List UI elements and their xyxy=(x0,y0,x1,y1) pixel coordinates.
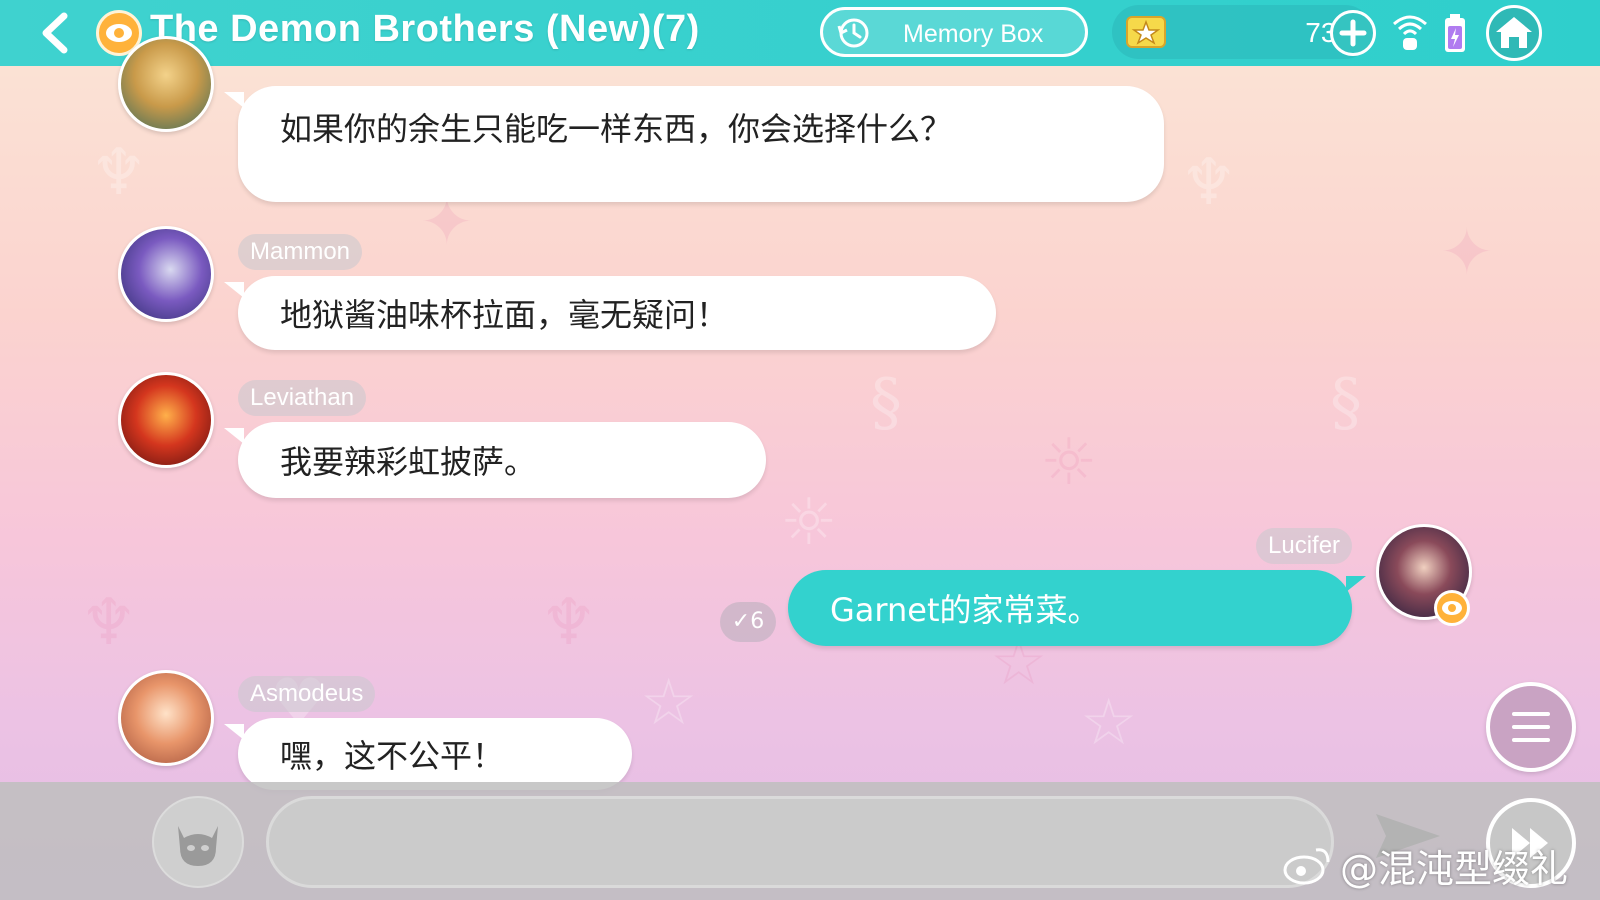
watermark-text: @混沌型缀礼 xyxy=(1340,847,1569,891)
eye-icon xyxy=(1434,590,1470,626)
message-bubble: 地狱酱油味杯拉面，毫无疑问！ xyxy=(224,276,996,350)
message-text: 我要辣彩虹披萨。 xyxy=(280,443,537,481)
home-button[interactable] xyxy=(1486,5,1542,61)
message-text: 地狱酱油味杯拉面，毫无疑问！ xyxy=(280,296,729,334)
avatar[interactable] xyxy=(118,226,214,322)
devil-face-icon xyxy=(178,826,218,866)
history-clock-icon xyxy=(837,18,869,48)
home-icon xyxy=(1496,17,1532,48)
sender-name: Leviathan xyxy=(238,380,367,416)
chat-input[interactable] xyxy=(266,796,1334,888)
battery-icon xyxy=(1445,14,1465,52)
sender-name: Lucifer xyxy=(1256,528,1353,564)
avatar[interactable] xyxy=(118,36,214,132)
menu-button[interactable] xyxy=(1486,682,1576,772)
top-bar: The Demon Brothers (New)(7) Memory Box 7… xyxy=(0,0,1600,66)
memory-box-label: Memory Box xyxy=(903,20,1044,48)
avatar[interactable] xyxy=(118,372,214,468)
read-count-badge: ✓6 xyxy=(720,602,776,642)
message-bubble: 嘿，这不公平！ xyxy=(224,718,632,790)
message-bubble: 我要辣彩虹披萨。 xyxy=(224,422,766,498)
message-bubble: 如果你的余生只能吃一样东西，你会选择什么？ xyxy=(224,86,1164,202)
sender-name: Asmodeus xyxy=(238,676,376,712)
chevron-left-icon xyxy=(42,12,68,54)
hamburger-menu-icon xyxy=(1512,712,1550,742)
add-currency-button[interactable] xyxy=(1330,10,1376,56)
wifi-icon xyxy=(1393,15,1427,50)
avatar[interactable] xyxy=(118,670,214,766)
stamp-button[interactable] xyxy=(152,796,244,888)
message-text: 嘿，这不公平！ xyxy=(280,737,505,775)
plus-icon xyxy=(1339,19,1367,47)
back-button[interactable] xyxy=(36,10,76,56)
weibo-logo-icon xyxy=(1283,848,1330,885)
message-text: 如果你的余生只能吃一样东西，你会选择什么？ xyxy=(280,110,953,148)
message-text: Garnet的家常菜。 xyxy=(830,591,1100,629)
message-bubble-mine: Garnet的家常菜。 xyxy=(788,570,1366,646)
chat-room-title: The Demon Brothers (New)(7) xyxy=(150,8,700,50)
sender-name: Mammon xyxy=(238,234,363,270)
memory-box-button[interactable]: Memory Box xyxy=(820,7,1088,57)
star-card-icon xyxy=(1126,16,1166,48)
